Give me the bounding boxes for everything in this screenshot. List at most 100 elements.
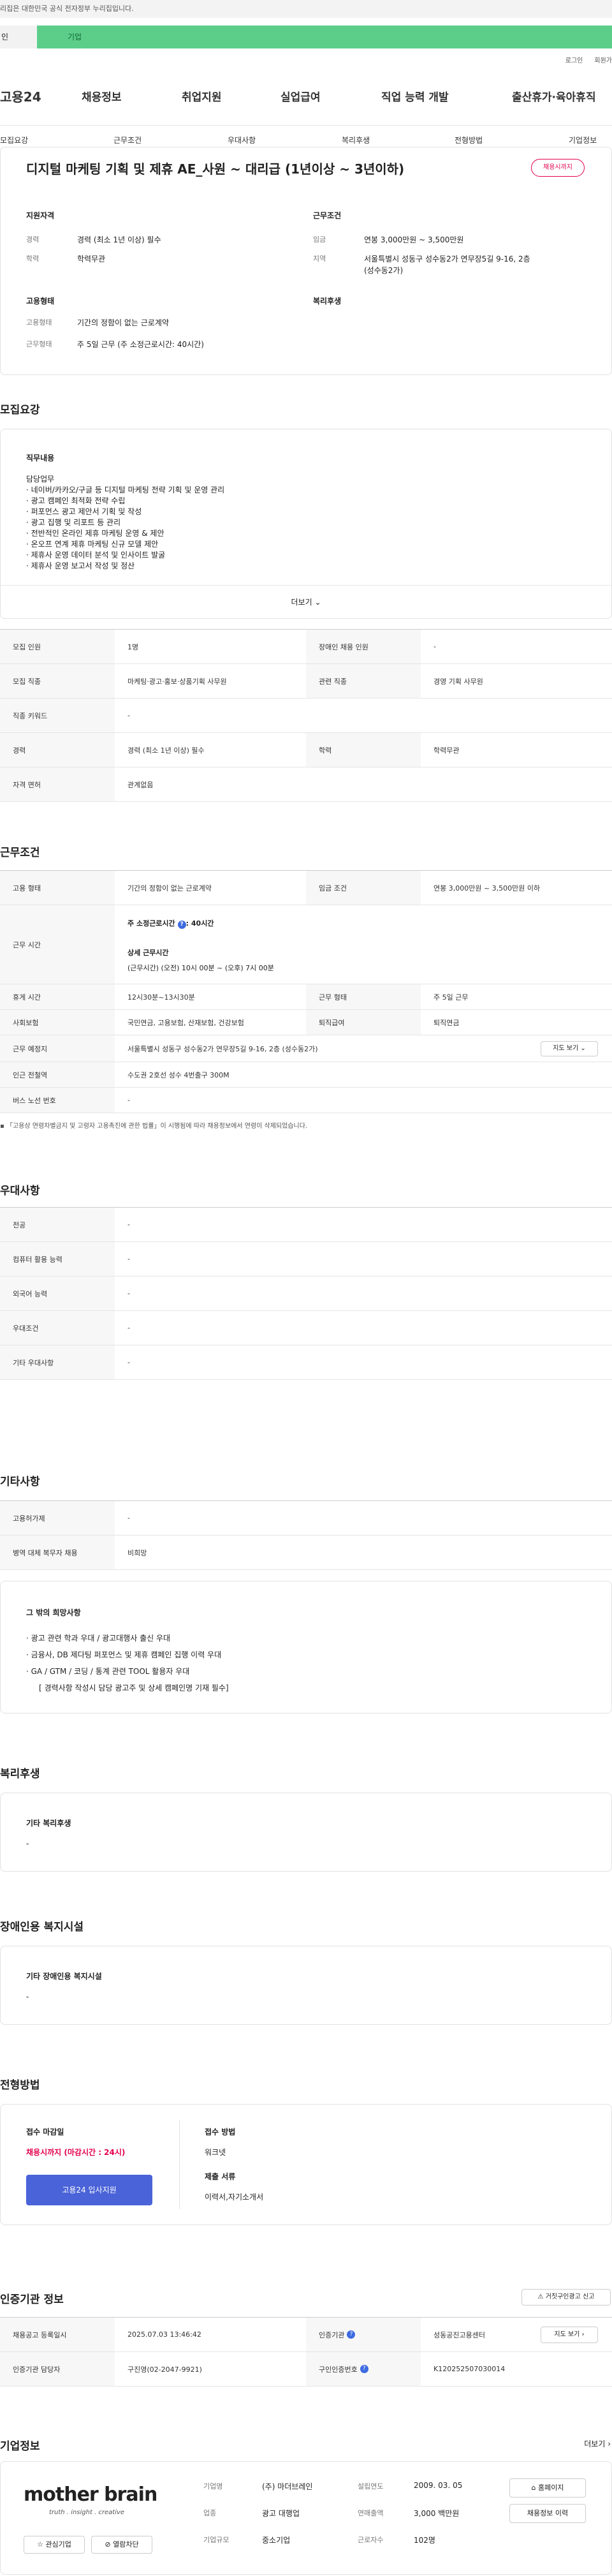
th: 버스 노선 번호	[0, 1088, 115, 1113]
job-history-button[interactable]: 채용정보 이력	[509, 2504, 586, 2523]
disab-box-title: 기타 장애인용 복지시설	[26, 1972, 102, 1981]
company-title: 기업정보	[0, 2440, 40, 2453]
help-icon[interactable]: ?	[177, 921, 186, 929]
snb-pref[interactable]: 우대사항	[228, 135, 256, 145]
report-button[interactable]: ⚠ 거짓구인광고 신고	[521, 2289, 611, 2306]
th-label: 구인인증번호	[319, 2365, 358, 2374]
td: -	[127, 1255, 130, 1263]
duty-card: 직무내용 담당업무 · 네이버/카카오/구글 등 디지털 마케팅 전략 기획 및…	[0, 429, 612, 619]
th: 모집 인원	[0, 630, 115, 663]
etc-title: 기타사항	[0, 1476, 40, 1488]
pref-title: 우대사항	[0, 1185, 40, 1197]
th-cert-no: 구인인증번호?	[306, 2352, 421, 2386]
edu-value: 학력무관	[77, 255, 106, 263]
td: -	[127, 1324, 130, 1332]
homepage-label: 홈페이지	[538, 2483, 564, 2492]
login-link[interactable]: 로그인	[565, 55, 583, 64]
snb-apply[interactable]: 전형방법	[455, 135, 483, 145]
td: 서울특별시 성동구 성수동2가 연무장5길 9-16, 2층 (성수동2가)	[127, 1044, 318, 1053]
duty-list: 담당업무 · 네이버/카카오/구글 등 디지털 마케팅 전략 기획 및 운영 관…	[26, 474, 224, 572]
etc-list: · 광고 관련 학과 우대 / 광고대행사 출신 우대 · 금융사, DB 제다…	[26, 1630, 229, 1696]
method-label: 접수 방법	[205, 2128, 236, 2136]
td: 연봉 3,000만원 ~ 3,500만원 이하	[433, 884, 541, 892]
recruit-title: 모집요강	[0, 404, 40, 417]
size-value: 중소기업	[262, 2536, 291, 2545]
gov-banner: 리집은 대한민국 공식 전자정부 누리집입니다.	[0, 0, 612, 18]
work-table: 고용 형태 기간의 정함이 없는 근로계약 임금 조건 연봉 3,000만원 ~…	[0, 870, 612, 1113]
snb-company[interactable]: 기업정보	[569, 135, 597, 145]
map-label: 지도 보기	[554, 2331, 580, 2338]
loc-value: 서울특별시 성동구 성수동2가 연무장5길 9-16, 2층	[364, 255, 530, 263]
etc-line: · GA / GTM / 코딩 / 통계 관련 TOOL 활용자 우대	[26, 1667, 190, 1676]
snb-welfare[interactable]: 복리후생	[342, 135, 370, 145]
block-button[interactable]: ⊘ 열람차단	[91, 2536, 152, 2554]
gnb-support[interactable]: 취업지원	[182, 88, 222, 104]
table-row: 기타 우대사항 -	[0, 1345, 612, 1380]
company-card: mother brain truth . insight . creative …	[0, 2461, 612, 2575]
job-title: 디지털 마케팅 기획 및 제휴 AE_사원 ~ 대리급 (1년이상 ~ 3년이하…	[26, 161, 405, 177]
duty-line: · 전반적인 온라인 제휴 마케팅 운영 & 제안	[26, 529, 164, 538]
homepage-button[interactable]: ⌂ 홈페이지	[509, 2478, 586, 2498]
gnb-benefit[interactable]: 실업급여	[280, 88, 321, 104]
th: 경력	[0, 733, 115, 767]
emp-label: 고용형태	[26, 318, 52, 327]
chevron-down-icon: ⌄	[314, 598, 321, 607]
tab-personal[interactable]: 인	[0, 26, 37, 48]
th: 외국어 능력	[0, 1277, 115, 1310]
hours-value: 주 5일 근무 (주 소정근로시간: 40시간)	[77, 340, 204, 349]
company-more-link[interactable]: 더보기 ›	[584, 2438, 611, 2449]
map-button[interactable]: 지도 보기 ⌄	[541, 1041, 598, 1056]
favorite-label: 관심기업	[45, 2540, 71, 2549]
table-row: 전공 -	[0, 1208, 612, 1242]
td: 12시30분~13시30분	[127, 993, 195, 1002]
table-row: 사회보험 국민연금, 고용보험, 산재보험, 건강보험 퇴직급여 퇴직연금	[0, 1010, 612, 1035]
more-button[interactable]: 더보기 ⌄	[1, 585, 611, 618]
duty-line: · 광고 캠페인 최적화 전략 수립	[26, 496, 126, 505]
etc-line: · 금융사, DB 제다팅 퍼포먼스 및 제휴 캠페인 집행 이력 우대	[26, 1650, 222, 1659]
duty-line: · 네이버/카카오/구글 등 디지털 마케팅 전략 기획 및 운영 관리	[26, 485, 225, 494]
deadline-label: 접수 마감일	[26, 2128, 64, 2136]
table-row: 인근 전철역 수도권 2호선 성수 4번출구 300M	[0, 1062, 612, 1088]
gnb-leave[interactable]: 출산휴가·육아휴직	[512, 88, 596, 104]
th: 학력	[306, 733, 421, 767]
gnb-training[interactable]: 직업 능력 개발	[381, 88, 449, 104]
table-row: 버스 노선 번호 -	[0, 1088, 612, 1113]
tab-company[interactable]: 기업	[37, 26, 612, 48]
welfare-box-value: -	[26, 1839, 29, 1848]
table-row: 컴퓨터 활용 능력 -	[0, 1242, 612, 1277]
table-row: 모집 인원 1명 장애인 채용 인원 -	[0, 630, 612, 664]
snb-recruit[interactable]: 모집요강	[0, 135, 28, 145]
apply-button[interactable]: 고용24 입사지원	[26, 2175, 152, 2205]
th: 사회보험	[0, 1010, 115, 1035]
td: 퇴직연금	[433, 1018, 460, 1027]
duty-line: · 광고 집행 및 리포트 등 관리	[26, 518, 121, 527]
gnb-jobs[interactable]: 채용정보	[82, 88, 122, 104]
td: 2025.07.03 13:46:42	[127, 2330, 201, 2339]
emp-value: 기간의 정함이 없는 근로계약	[77, 318, 169, 327]
cert-table: 채용공고 등록일시 2025.07.03 13:46:42 인증기관? 성동공진…	[0, 2317, 612, 2387]
th: 근무 형태	[306, 984, 421, 1009]
snb-work[interactable]: 근무조건	[113, 135, 142, 145]
divider	[179, 2120, 180, 2209]
td: K120252507030014	[433, 2365, 506, 2373]
cert-map-button[interactable]: 지도 보기 ›	[541, 2327, 598, 2343]
th: 근무 예정지	[0, 1035, 115, 1062]
disab-title: 장애인용 복지시설	[0, 1921, 84, 1934]
td: 1명	[127, 642, 139, 651]
signup-link[interactable]: 회원가	[594, 55, 612, 64]
site-logo[interactable]: 고용24	[0, 87, 41, 105]
emp-count-label: 근로자수	[358, 2536, 384, 2544]
table-row: 채용공고 등록일시 2025.07.03 13:46:42 인증기관? 성동공진…	[0, 2318, 612, 2352]
help-icon[interactable]: ?	[360, 2365, 368, 2373]
th: 인근 전철역	[0, 1062, 115, 1087]
company-more-label: 더보기	[584, 2439, 606, 2448]
method-value: 워크넷	[205, 2148, 226, 2157]
help-icon[interactable]: ?	[347, 2330, 356, 2339]
edu-label: 학력	[26, 255, 40, 263]
td: 수도권 2호선 성수 4번출구 300M	[127, 1070, 229, 1079]
th: 전공	[0, 1208, 115, 1241]
favorite-button[interactable]: ☆ 관심기업	[24, 2536, 85, 2554]
biz-label: 업종	[203, 2509, 217, 2517]
block-icon: ⊘	[105, 2540, 111, 2549]
td: 경영 기획 사무원	[433, 677, 483, 686]
